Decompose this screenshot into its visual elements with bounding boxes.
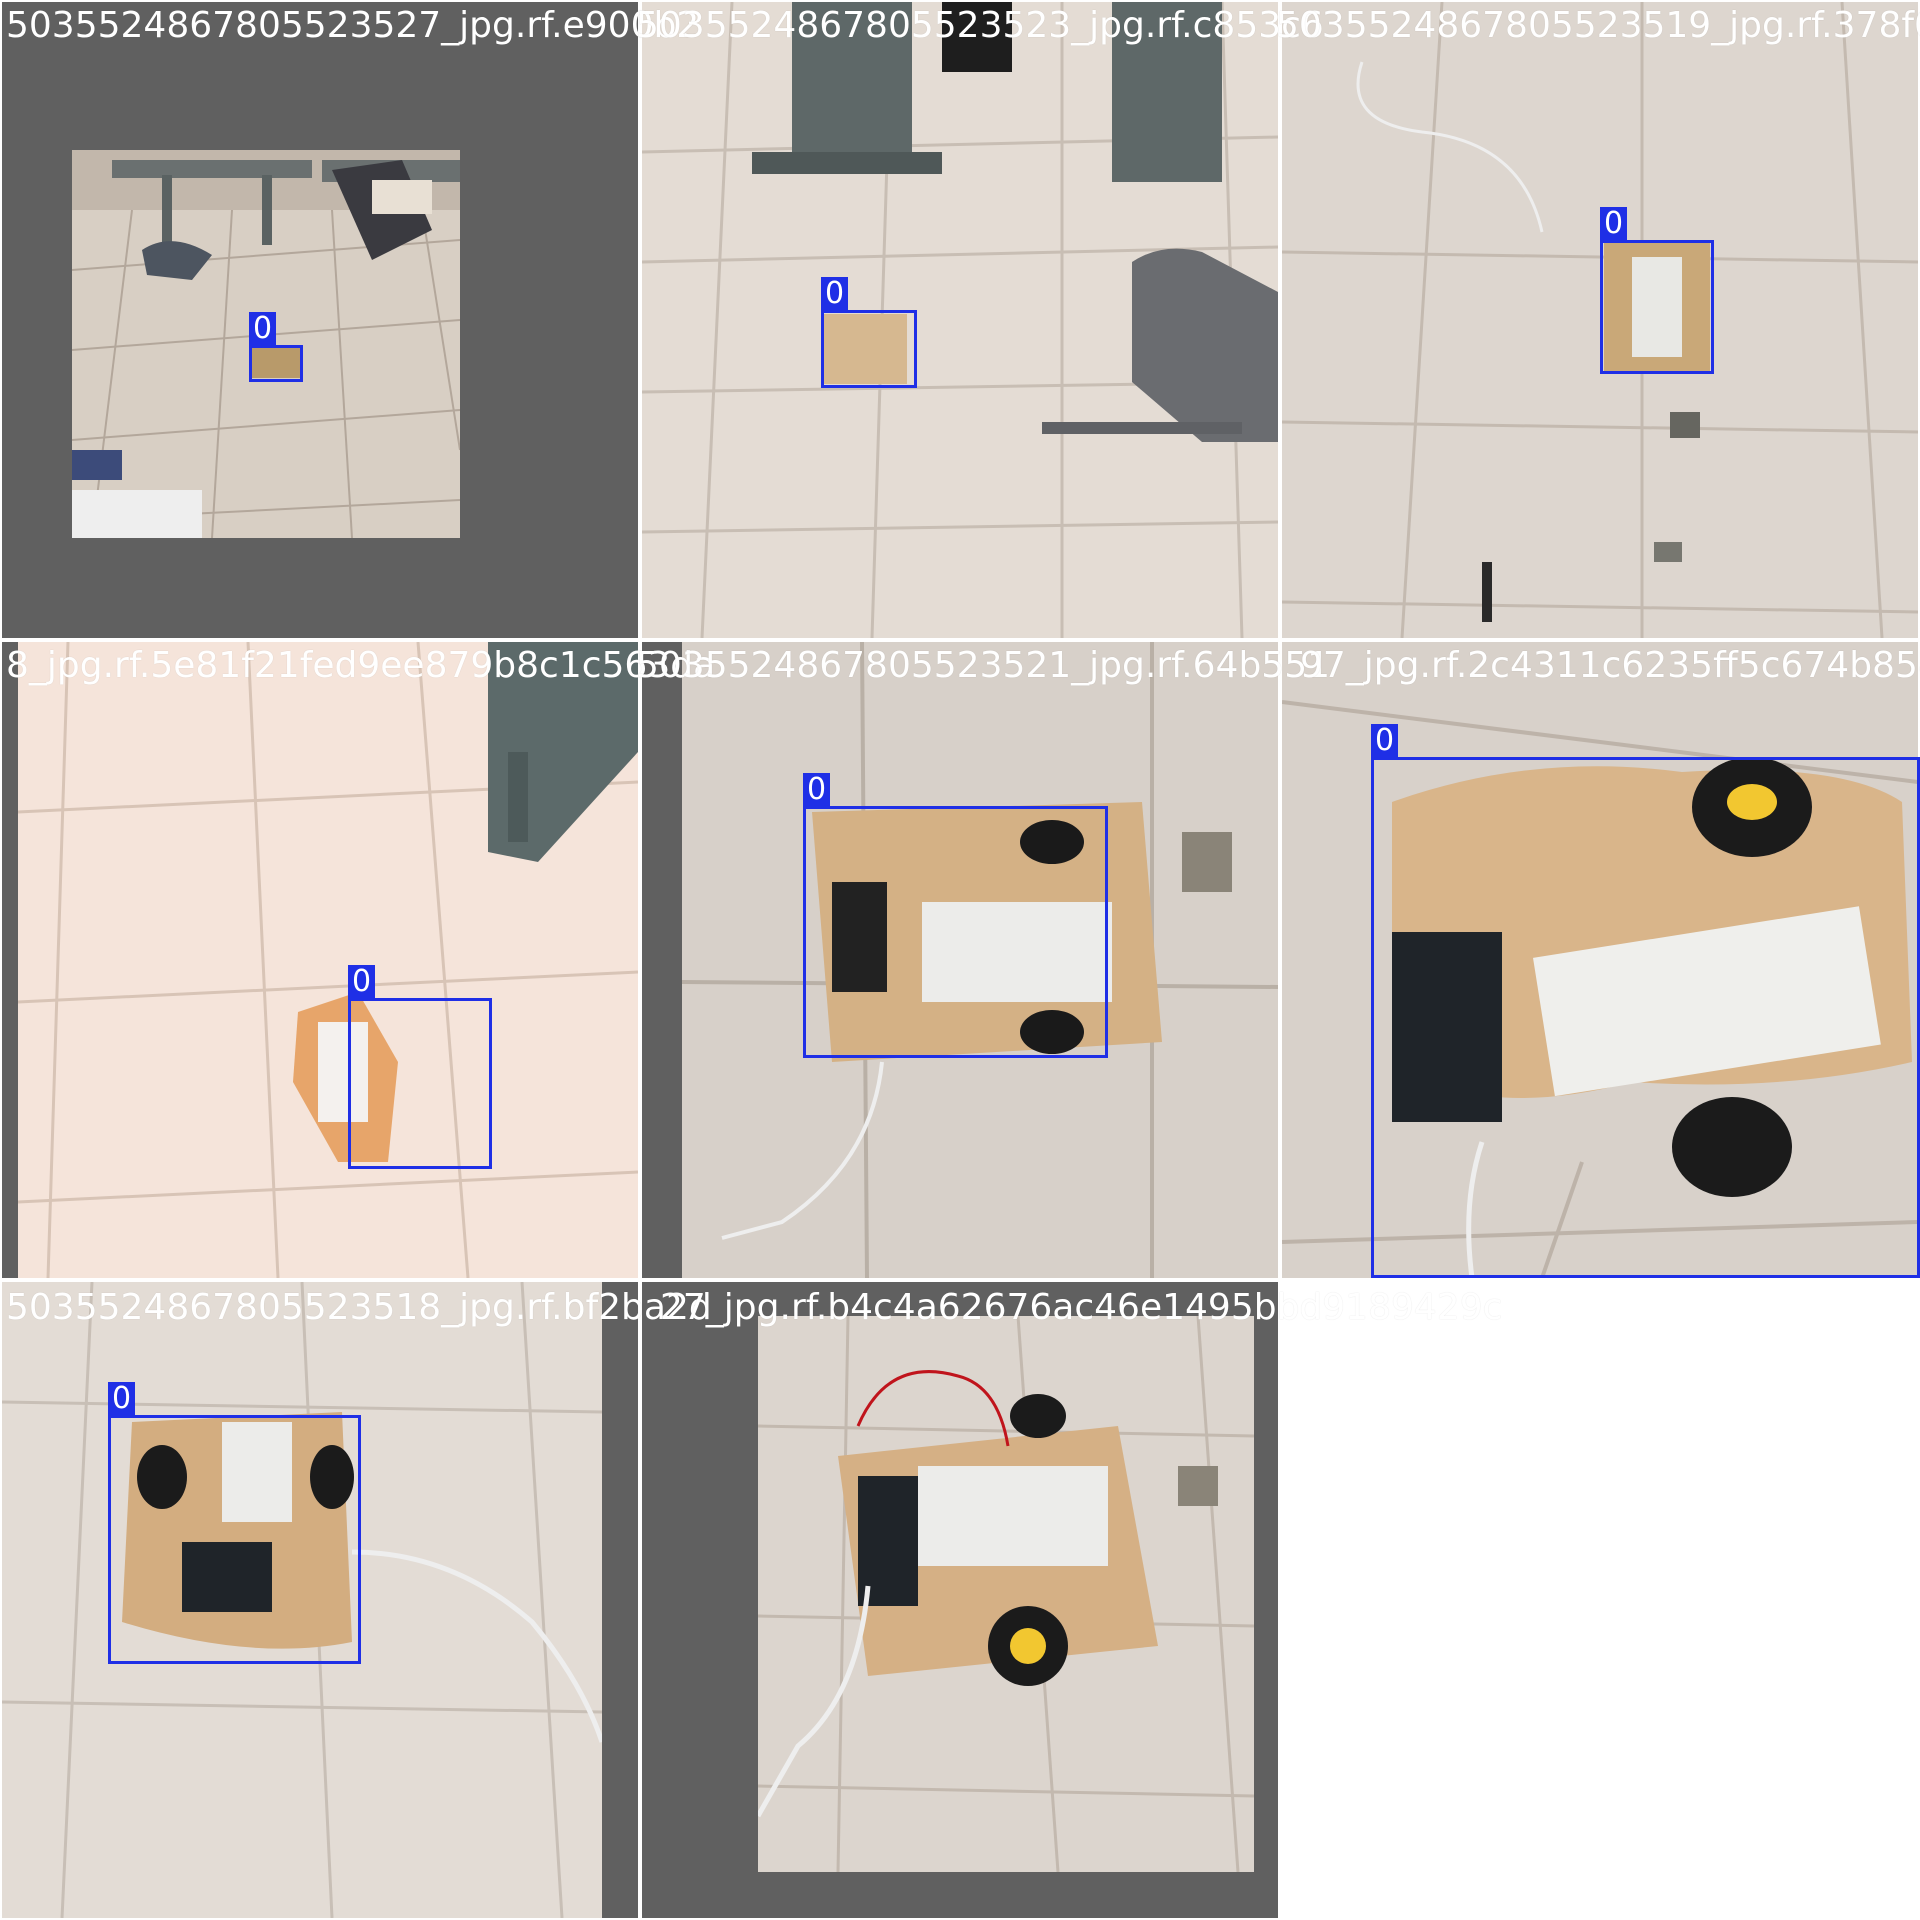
- bbox-label-2: 0: [821, 277, 849, 311]
- tile-1: [2, 2, 638, 638]
- bbox-5: [803, 806, 1108, 1058]
- bbox-label-1: 0: [249, 312, 277, 346]
- bbox-label-3: 0: [1600, 207, 1628, 241]
- photo-4: [18, 642, 638, 1278]
- image-mosaic: 0 0 0 0 0 0 0 5035524867805523527_jpg.rf…: [0, 0, 1920, 1920]
- tile-2: [642, 2, 1278, 638]
- caption-3: 5035524867805523519_jpg.rf.378f04: [1276, 5, 1920, 46]
- bbox-6: [1371, 757, 1920, 1278]
- caption-2: 5035524867805523523_jpg.rf.c853c6: [636, 5, 1324, 46]
- bbox-7: [108, 1415, 361, 1664]
- bbox-2: [821, 310, 917, 388]
- caption-5: 5035524867805523521_jpg.rf.64b551: [636, 645, 1331, 686]
- photo-8: [758, 1316, 1254, 1872]
- bbox-3: [1600, 240, 1714, 374]
- bbox-label-6: 0: [1371, 724, 1399, 758]
- bbox-label-7: 0: [108, 1382, 136, 1416]
- tile-4: [2, 642, 638, 1278]
- caption-6: 97_jpg.rf.2c4311c6235ff5c674b85453c: [1300, 645, 1920, 686]
- bbox-label-5: 0: [803, 773, 831, 807]
- bbox-4: [348, 998, 492, 1169]
- caption-7: 5035524867805523518_jpg.rf.bf2ba2d: [6, 1287, 712, 1328]
- caption-1: 5035524867805523527_jpg.rf.e900b2: [6, 5, 700, 46]
- bbox-1: [249, 345, 303, 382]
- caption-4: 8_jpg.rf.5e81f21fed9ee879b8c1c563da: [6, 645, 716, 686]
- photo-2: [642, 2, 1278, 638]
- tile-8: [642, 1282, 1278, 1918]
- caption-8: 27_jpg.rf.b4c4a62676ac46e1495bbd9189429c: [660, 1287, 1503, 1328]
- bbox-label-4: 0: [348, 965, 376, 999]
